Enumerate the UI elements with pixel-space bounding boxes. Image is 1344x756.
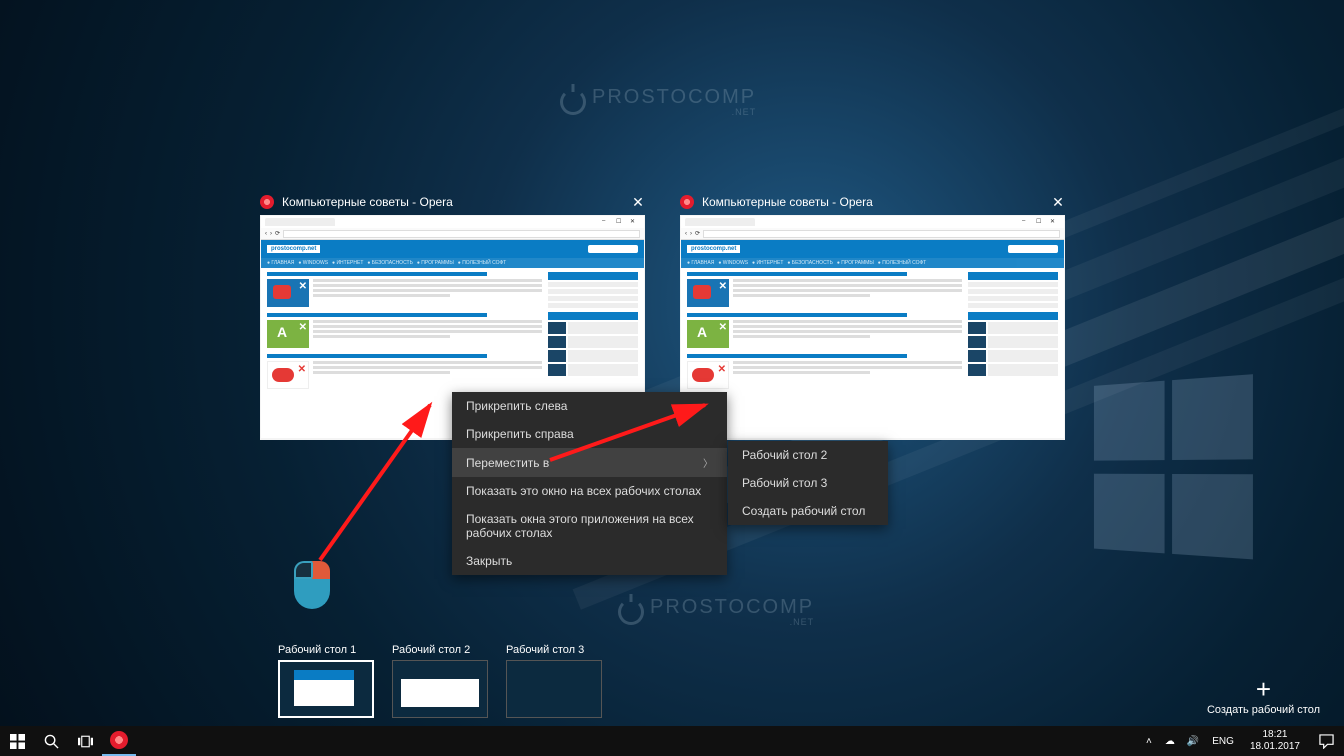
chevron-right-icon: 〉: [703, 455, 713, 470]
close-icon[interactable]: ✕: [631, 195, 645, 209]
tray-time: 18:21: [1250, 729, 1300, 741]
window-preview-body[interactable]: –☐✕ ‹›⟳ prostocomp.net ● ГЛАВНАЯ● WINDOW…: [680, 215, 1065, 440]
window-title: Компьютерные советы - Opera: [702, 195, 873, 209]
watermark-text: ProstoComp: [592, 86, 756, 108]
watermark-sub: .net: [592, 107, 756, 117]
ctx-sub-desktop-2[interactable]: Рабочий стол 2: [728, 441, 888, 469]
vd-label: Рабочий стол 3: [506, 644, 602, 656]
watermark-sub: .net: [650, 617, 814, 627]
plus-icon: +: [1207, 676, 1320, 702]
ctx-item-snap-right[interactable]: Прикрепить справа: [452, 420, 727, 448]
ctx-sub-desktop-3[interactable]: Рабочий стол 3: [728, 469, 888, 497]
opera-icon: [260, 195, 274, 209]
virtual-desktop-1[interactable]: Рабочий стол 1: [278, 644, 374, 718]
tray-volume-icon[interactable]: 🔊: [1184, 736, 1202, 747]
start-button[interactable]: [0, 726, 34, 756]
tray-overflow-button[interactable]: ˄: [1142, 736, 1156, 747]
ctx-item-move-to[interactable]: Переместить в〉: [452, 448, 727, 477]
vd-label: Рабочий стол 2: [392, 644, 488, 656]
search-button[interactable]: [34, 726, 68, 756]
context-menu: Прикрепить слева Прикрепить справа Перем…: [452, 392, 727, 575]
opera-icon: [680, 195, 694, 209]
taskbar-app-opera[interactable]: [102, 726, 136, 756]
new-desktop-button[interactable]: + Создать рабочий стол: [1207, 676, 1320, 716]
virtual-desktop-3[interactable]: Рабочий стол 3: [506, 644, 602, 718]
close-icon[interactable]: ✕: [1051, 195, 1065, 209]
ctx-sub-new-desktop[interactable]: Создать рабочий стол: [728, 497, 888, 525]
tray-onedrive-icon[interactable]: ☁: [1162, 736, 1178, 747]
context-submenu: Рабочий стол 2 Рабочий стол 3 Создать ра…: [728, 441, 888, 525]
watermark-text: ProstoComp: [650, 596, 814, 618]
virtual-desktop-2[interactable]: Рабочий стол 2: [392, 644, 488, 718]
ctx-item-show-window-all[interactable]: Показать это окно на всех рабочих столах: [452, 477, 727, 505]
mouse-right-click-icon: [294, 561, 330, 609]
windows-hero-logo: [1094, 373, 1266, 566]
opera-icon: [110, 731, 128, 749]
ctx-item-close[interactable]: Закрыть: [452, 547, 727, 575]
site-logo: prostocomp.net: [267, 245, 320, 253]
ctx-item-show-app-all[interactable]: Показать окна этого приложения на всех р…: [452, 505, 727, 547]
task-view-button[interactable]: [68, 726, 102, 756]
new-desktop-label: Создать рабочий стол: [1207, 704, 1320, 716]
site-logo: prostocomp.net: [687, 245, 740, 253]
watermark: ProstoComp .net: [618, 596, 814, 627]
tray-date: 18.01.2017: [1250, 741, 1300, 753]
tray-language[interactable]: ENG: [1208, 736, 1238, 747]
action-center-button[interactable]: [1312, 726, 1340, 756]
system-tray: ˄ ☁ 🔊 ENG 18:21 18.01.2017: [1142, 726, 1344, 756]
virtual-desktop-strip: Рабочий стол 1 Рабочий стол 2 Рабочий ст…: [0, 638, 1344, 726]
tray-clock[interactable]: 18:21 18.01.2017: [1244, 729, 1306, 753]
ctx-item-snap-left[interactable]: Прикрепить слева: [452, 392, 727, 420]
window-title: Компьютерные советы - Opera: [282, 195, 453, 209]
vd-label: Рабочий стол 1: [278, 644, 374, 656]
window-preview[interactable]: Компьютерные советы - Opera ✕ –☐✕ ‹›⟳ pr…: [680, 195, 1065, 440]
taskbar: ˄ ☁ 🔊 ENG 18:21 18.01.2017: [0, 726, 1344, 756]
watermark: ProstoComp .net: [560, 86, 756, 117]
